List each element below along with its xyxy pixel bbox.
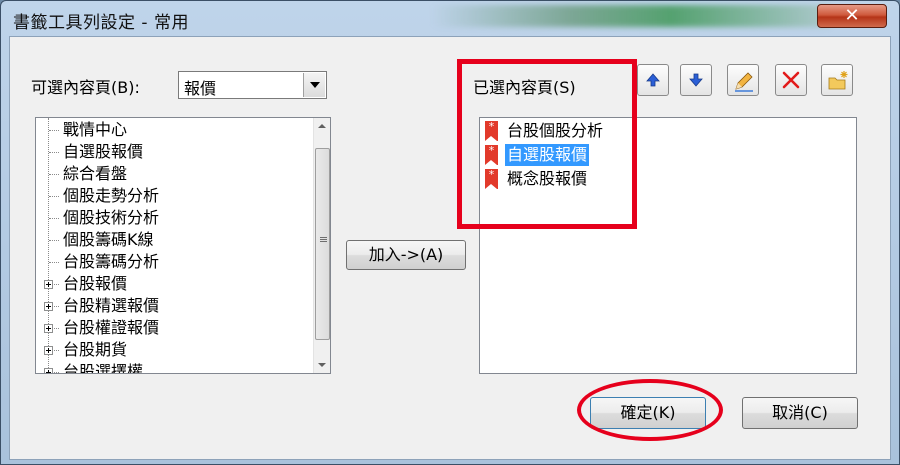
- add-button[interactable]: 加入->(A): [346, 240, 466, 270]
- tree-connector: [49, 130, 59, 131]
- dialog-window: 書籤工具列設定 - 常用 ✕ 可選內容頁(B): 報價 戰情中心 自選股報價 綜合看…: [0, 0, 900, 465]
- tree-item[interactable]: 個股技術分析: [63, 207, 159, 229]
- tree-connector: [49, 196, 59, 197]
- expand-plus-icon[interactable]: [44, 280, 53, 289]
- tree-connector: [49, 262, 59, 263]
- delete-x-icon: [782, 71, 800, 89]
- category-combo-value: 報價: [184, 79, 217, 98]
- tree-item[interactable]: 綜合看盤: [63, 163, 127, 185]
- scroll-thumb[interactable]: [315, 148, 330, 340]
- available-pages-tree[interactable]: 戰情中心 自選股報價 綜合看盤 個股走勢分析 個股技術分析 個股籌碼K線 台股籌碼分析 台股報…: [35, 117, 331, 374]
- background-blur: [431, 5, 831, 27]
- tree-connector: [49, 152, 59, 153]
- annotation-highlight-oval: [577, 379, 723, 441]
- tree-item[interactable]: 台股報價: [63, 273, 127, 295]
- tree-item[interactable]: 台股精選報價: [63, 295, 159, 317]
- tree-connector: [49, 240, 59, 241]
- expand-plus-icon[interactable]: [44, 302, 53, 311]
- rename-button[interactable]: [727, 64, 759, 96]
- expand-plus-icon[interactable]: [44, 346, 53, 355]
- available-pages-label: 可選內容頁(B):: [31, 78, 140, 97]
- dialog-client: 可選內容頁(B): 報價 戰情中心 自選股報價 綜合看盤 個股走勢分析 個股技術分析 個股…: [9, 36, 891, 460]
- tree-item[interactable]: 台股籌碼分析: [63, 251, 159, 273]
- move-down-button[interactable]: [680, 64, 712, 96]
- tree-item[interactable]: 個股籌碼K線: [63, 229, 154, 251]
- scroll-down-icon[interactable]: [314, 356, 330, 373]
- tree-connector: [49, 218, 59, 219]
- new-folder-icon: [828, 71, 848, 90]
- close-button[interactable]: ✕: [817, 4, 887, 28]
- scroll-up-icon[interactable]: [314, 118, 330, 135]
- tree-item[interactable]: 個股走勢分析: [63, 185, 159, 207]
- arrow-down-icon: [689, 73, 703, 87]
- expand-plus-icon[interactable]: [44, 368, 53, 373]
- pencil-icon: [735, 72, 753, 92]
- arrow-up-icon: [646, 73, 660, 87]
- window-title: 書籤工具列設定 - 常用: [13, 13, 189, 33]
- cancel-button[interactable]: 取消(C): [742, 397, 858, 429]
- close-icon: ✕: [844, 5, 860, 26]
- tree-item[interactable]: 台股選擇權: [63, 361, 143, 373]
- expand-plus-icon[interactable]: [44, 324, 53, 333]
- delete-button[interactable]: [775, 64, 807, 96]
- title-bar[interactable]: 書籤工具列設定 - 常用 ✕: [1, 1, 899, 35]
- tree-item[interactable]: 台股權證報價: [63, 317, 159, 339]
- tree-item[interactable]: 戰情中心: [63, 119, 127, 141]
- tree-scrollbar[interactable]: [313, 118, 330, 373]
- move-up-button[interactable]: [637, 64, 669, 96]
- chevron-down-icon[interactable]: [303, 73, 325, 97]
- new-folder-button[interactable]: [821, 64, 853, 96]
- tree-item[interactable]: 自選股報價: [63, 141, 143, 163]
- tree-item[interactable]: 台股期貨: [63, 339, 127, 361]
- annotation-highlight-box: [457, 59, 637, 229]
- tree-connector: [49, 174, 59, 175]
- category-combo[interactable]: 報價: [178, 71, 327, 99]
